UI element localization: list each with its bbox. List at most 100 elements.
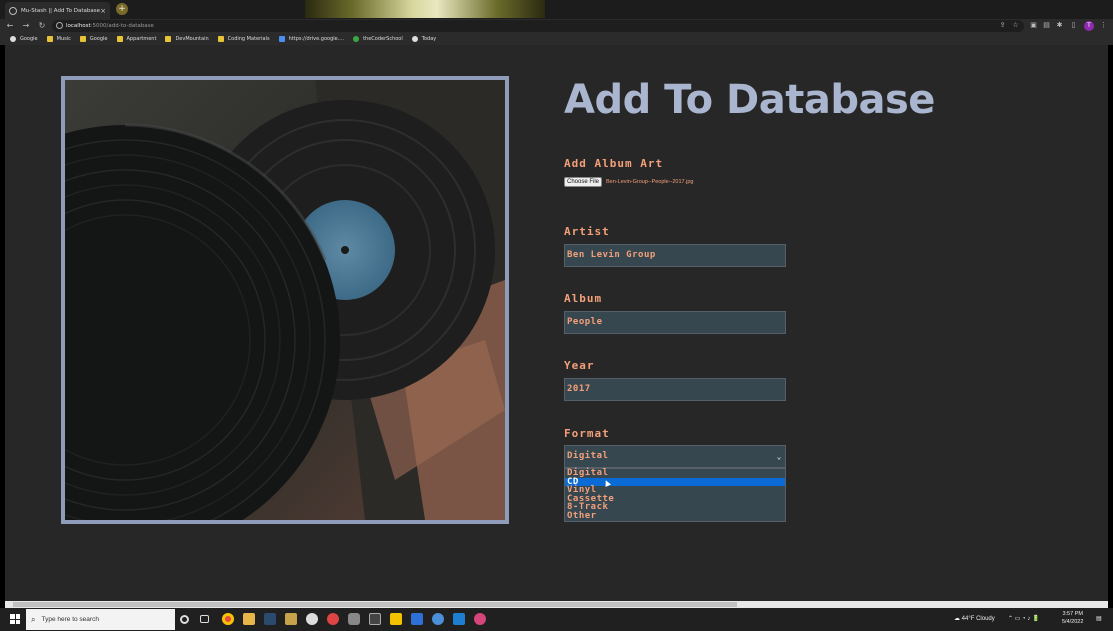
bookmark-music[interactable]: Music bbox=[46, 36, 71, 42]
drive-icon bbox=[278, 36, 285, 42]
clock-time: 3:57 PM bbox=[1062, 611, 1083, 617]
share-icon[interactable]: ⇪ bbox=[998, 21, 1007, 30]
bookmark-label: DevMountain bbox=[175, 36, 209, 42]
reload-icon[interactable]: ↻ bbox=[36, 20, 48, 32]
folder-icon bbox=[165, 36, 172, 42]
album-input[interactable]: People bbox=[564, 311, 786, 334]
app-icon[interactable] bbox=[390, 613, 402, 625]
app-icon[interactable] bbox=[432, 613, 444, 625]
folder-icon bbox=[217, 36, 224, 42]
format-option-8-track[interactable]: 8-Track bbox=[565, 503, 785, 512]
format-option-other[interactable]: Other bbox=[565, 512, 785, 521]
windows-start-icon[interactable] bbox=[10, 614, 20, 624]
page-title: Add To Database bbox=[564, 77, 935, 123]
format-option-digital[interactable]: Digital bbox=[565, 469, 785, 478]
taskbar-clock[interactable]: 3:57 PM 5/4/2022 bbox=[1062, 610, 1083, 626]
album-label: Album bbox=[564, 292, 603, 305]
record-favicon-icon bbox=[9, 6, 17, 15]
address-bar[interactable]: localhost:5000/add-to-database bbox=[52, 20, 1024, 32]
coderschool-icon bbox=[353, 36, 360, 42]
browser-tab[interactable]: Mu-Stash || Add To Database × bbox=[5, 2, 110, 19]
web-page: Add To Database Add Album Art Choose Fil… bbox=[5, 45, 1108, 601]
task-view-icon[interactable] bbox=[200, 615, 209, 623]
windows-taskbar: ⌕ Type here to search ☁ 44°F Cloudy ⌃ ▭ … bbox=[0, 608, 1113, 631]
bookmark-label: theCoderSchool bbox=[363, 36, 403, 42]
folder-icon bbox=[79, 36, 86, 42]
vinyl-record-photo bbox=[65, 80, 505, 520]
bookmark-label: Music bbox=[56, 36, 71, 42]
folder-icon bbox=[46, 36, 53, 42]
today-icon bbox=[411, 36, 418, 42]
new-tab-button[interactable]: + bbox=[116, 3, 128, 15]
microphone-icon[interactable] bbox=[348, 613, 360, 625]
album-art-label: Add Album Art bbox=[564, 157, 664, 170]
weather-widget[interactable]: ☁ 44°F Cloudy bbox=[954, 615, 995, 622]
puzzle-extensions-icon[interactable]: ✱ bbox=[1055, 21, 1064, 30]
bookmark-appartment[interactable]: Appartment bbox=[116, 36, 157, 42]
cloud-icon: ☁ bbox=[954, 616, 962, 622]
bookmark-devmountain[interactable]: DevMountain bbox=[165, 36, 209, 42]
taskbar-search-box[interactable]: ⌕ Type here to search bbox=[26, 609, 175, 630]
app-icon[interactable] bbox=[474, 613, 486, 625]
format-dropdown-list: Digital CD Vinyl Cassette 8-Track Other bbox=[564, 468, 786, 522]
format-select[interactable]: Digital ⌄ bbox=[564, 445, 786, 468]
bookmark-google-folder[interactable]: Google bbox=[79, 36, 108, 42]
selected-file-name: Ben-Levin-Group--People--2017.jpg bbox=[606, 179, 694, 185]
menu-kebab-icon[interactable]: ⋮ bbox=[1099, 21, 1108, 30]
system-tray-icons[interactable]: ⌃ ▭ ◔ ♪ 🔋 bbox=[1008, 615, 1039, 622]
bookmark-label: Appartment bbox=[126, 36, 157, 42]
site-info-icon[interactable] bbox=[56, 22, 63, 29]
screen: Mu-Stash || Add To Database × + ← → ↻ lo… bbox=[0, 0, 1113, 631]
close-tab-icon[interactable]: × bbox=[100, 7, 106, 15]
clock-date: 5/4/2022 bbox=[1062, 619, 1084, 625]
forward-arrow-icon[interactable]: → bbox=[20, 20, 32, 32]
bookmark-label: Google bbox=[20, 36, 38, 42]
google-icon bbox=[10, 36, 16, 42]
scrollbar-thumb[interactable] bbox=[13, 602, 737, 607]
steam-icon[interactable] bbox=[264, 613, 276, 625]
bookmark-thecoderschool[interactable]: theCoderSchool bbox=[353, 36, 403, 42]
album-art-preview bbox=[61, 76, 509, 524]
file-explorer-icon[interactable] bbox=[243, 613, 255, 625]
chevron-down-icon: ⌄ bbox=[776, 452, 782, 461]
bookmark-coding-materials[interactable]: Coding Materials bbox=[217, 36, 270, 42]
folder-icon bbox=[116, 36, 123, 42]
bookmark-label: Coding Materials bbox=[227, 36, 270, 42]
vscode-icon[interactable] bbox=[453, 613, 465, 625]
bookmark-label: Google bbox=[89, 36, 108, 42]
horizontal-scrollbar[interactable] bbox=[5, 601, 1108, 608]
year-label: Year bbox=[564, 359, 595, 372]
tab-title: Mu-Stash || Add To Database bbox=[21, 7, 100, 14]
taskbar-search-placeholder: Type here to search bbox=[41, 616, 99, 623]
window-banner-image bbox=[305, 0, 545, 18]
format-option-cd[interactable]: CD bbox=[565, 477, 785, 487]
bookmarks-bar: Google Music Google Appartment DevMounta… bbox=[0, 33, 1113, 45]
profile-avatar[interactable]: T bbox=[1084, 21, 1094, 31]
extension-icon[interactable]: ▤ bbox=[1042, 21, 1051, 30]
browser-toolbar: ← → ↻ localhost:5000/add-to-database ⇪ ☆… bbox=[0, 19, 1113, 33]
search-icon: ⌕ bbox=[31, 614, 36, 624]
format-selected-value: Digital bbox=[567, 451, 609, 461]
chrome-icon[interactable] bbox=[222, 613, 234, 625]
bookmark-drive[interactable]: https://drive.google.... bbox=[278, 36, 344, 42]
album-art-file-input[interactable]: Choose File Ben-Levin-Group--People--201… bbox=[564, 177, 693, 187]
notification-icon[interactable]: ▤ bbox=[1096, 615, 1102, 622]
weather-text: 44°F Cloudy bbox=[961, 616, 995, 622]
app-icon[interactable] bbox=[285, 613, 297, 625]
chrome-profile-icon[interactable] bbox=[327, 613, 339, 625]
side-panel-icon[interactable]: ▯ bbox=[1069, 21, 1078, 30]
back-arrow-icon[interactable]: ← bbox=[4, 20, 16, 32]
calculator-icon[interactable] bbox=[369, 613, 381, 625]
bookmark-label: Today bbox=[421, 36, 437, 42]
extension-icon[interactable]: ▣ bbox=[1029, 21, 1038, 30]
cortana-icon[interactable] bbox=[180, 615, 189, 624]
app-icon[interactable] bbox=[411, 613, 423, 625]
bookmark-today[interactable]: Today bbox=[411, 36, 437, 42]
app-icon[interactable] bbox=[306, 613, 318, 625]
format-label: Format bbox=[564, 427, 610, 440]
choose-file-button[interactable]: Choose File bbox=[564, 177, 603, 187]
bookmark-google[interactable]: Google bbox=[10, 36, 38, 42]
year-input[interactable]: 2017 bbox=[564, 378, 786, 401]
artist-input[interactable]: Ben Levin Group bbox=[564, 244, 786, 267]
bookmark-star-icon[interactable]: ☆ bbox=[1011, 21, 1020, 30]
